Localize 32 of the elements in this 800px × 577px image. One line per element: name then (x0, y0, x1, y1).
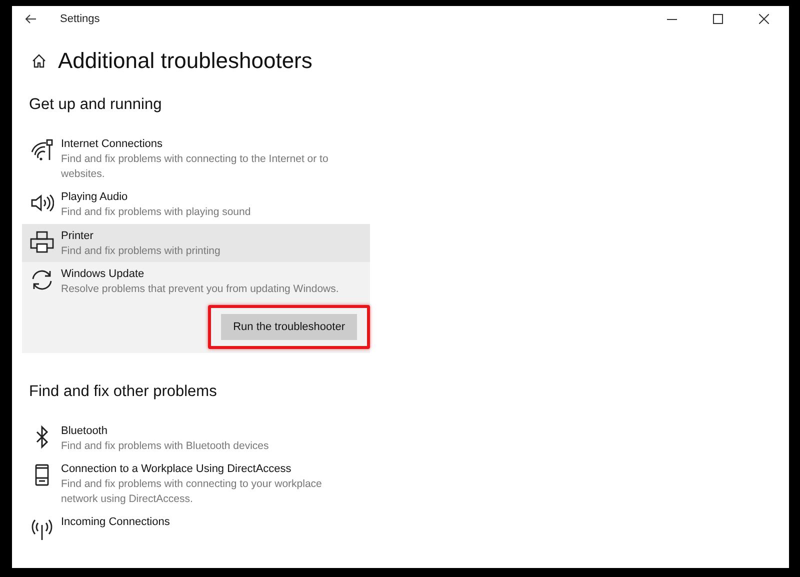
item-title: Windows Update (61, 267, 146, 282)
sync-icon (30, 268, 54, 292)
item-title: Playing Audio (61, 190, 129, 205)
wifi-icon (30, 138, 54, 162)
item-title: Printer (61, 228, 94, 244)
maximize-icon[interactable] (713, 14, 723, 24)
item-title: Bluetooth (61, 424, 108, 438)
item-description: Find and fix problems with printing (61, 244, 222, 258)
troubleshooter-item[interactable]: Windows Update Resolve problems that prevent you from updating Windows. Run the troubleshooter (22, 262, 370, 352)
item-description: Find and fix problems with playing sound (61, 205, 252, 220)
home-icon[interactable] (31, 53, 47, 69)
back-arrow-icon[interactable] (25, 14, 37, 24)
section-heading: Get up and running (28, 95, 163, 115)
item-description: Find and fix problems with connecting to your workplace network using DirectAccess. (61, 477, 323, 506)
troubleshooter-item[interactable]: Bluetooth Find and fix problems with Bluetooth devices (22, 418, 370, 457)
item-title: Internet Connections (61, 137, 164, 152)
close-icon[interactable] (759, 14, 769, 24)
troubleshooter-item[interactable]: Incoming Connections (22, 510, 370, 544)
printer-icon (30, 230, 54, 254)
troubleshooter-item[interactable]: Connection to a Workplace Using DirectAccess Find and fix problems with connecting to your workplace network using DirectAccess. (22, 457, 370, 510)
item-description: Find and fix problems with Bluetooth devices (61, 438, 270, 453)
troubleshooter-item[interactable]: Internet Connections Find and fix problems with connecting to the Internet or to websites. (22, 132, 370, 185)
item-description: Resolve problems that prevent you from updating Windows. (61, 282, 340, 296)
item-description: Find and fix problems with connecting to the Internet or to websites. (61, 152, 330, 181)
troubleshooter-item[interactable]: Playing Audio Find and fix problems with playing sound (22, 185, 370, 224)
item-title: Incoming Connections (61, 515, 170, 530)
page-title: Additional troubleshooters (58, 48, 312, 74)
section-heading: Find and fix other problems (28, 382, 218, 402)
troubleshooter-item[interactable]: Printer Find and fix problems with printing (22, 224, 370, 262)
item-title: Connection to a Workplace Using DirectAccess (61, 462, 292, 477)
run-troubleshooter-button[interactable]: Run the troubleshooter (221, 314, 357, 340)
window-title: Settings (60, 13, 100, 25)
